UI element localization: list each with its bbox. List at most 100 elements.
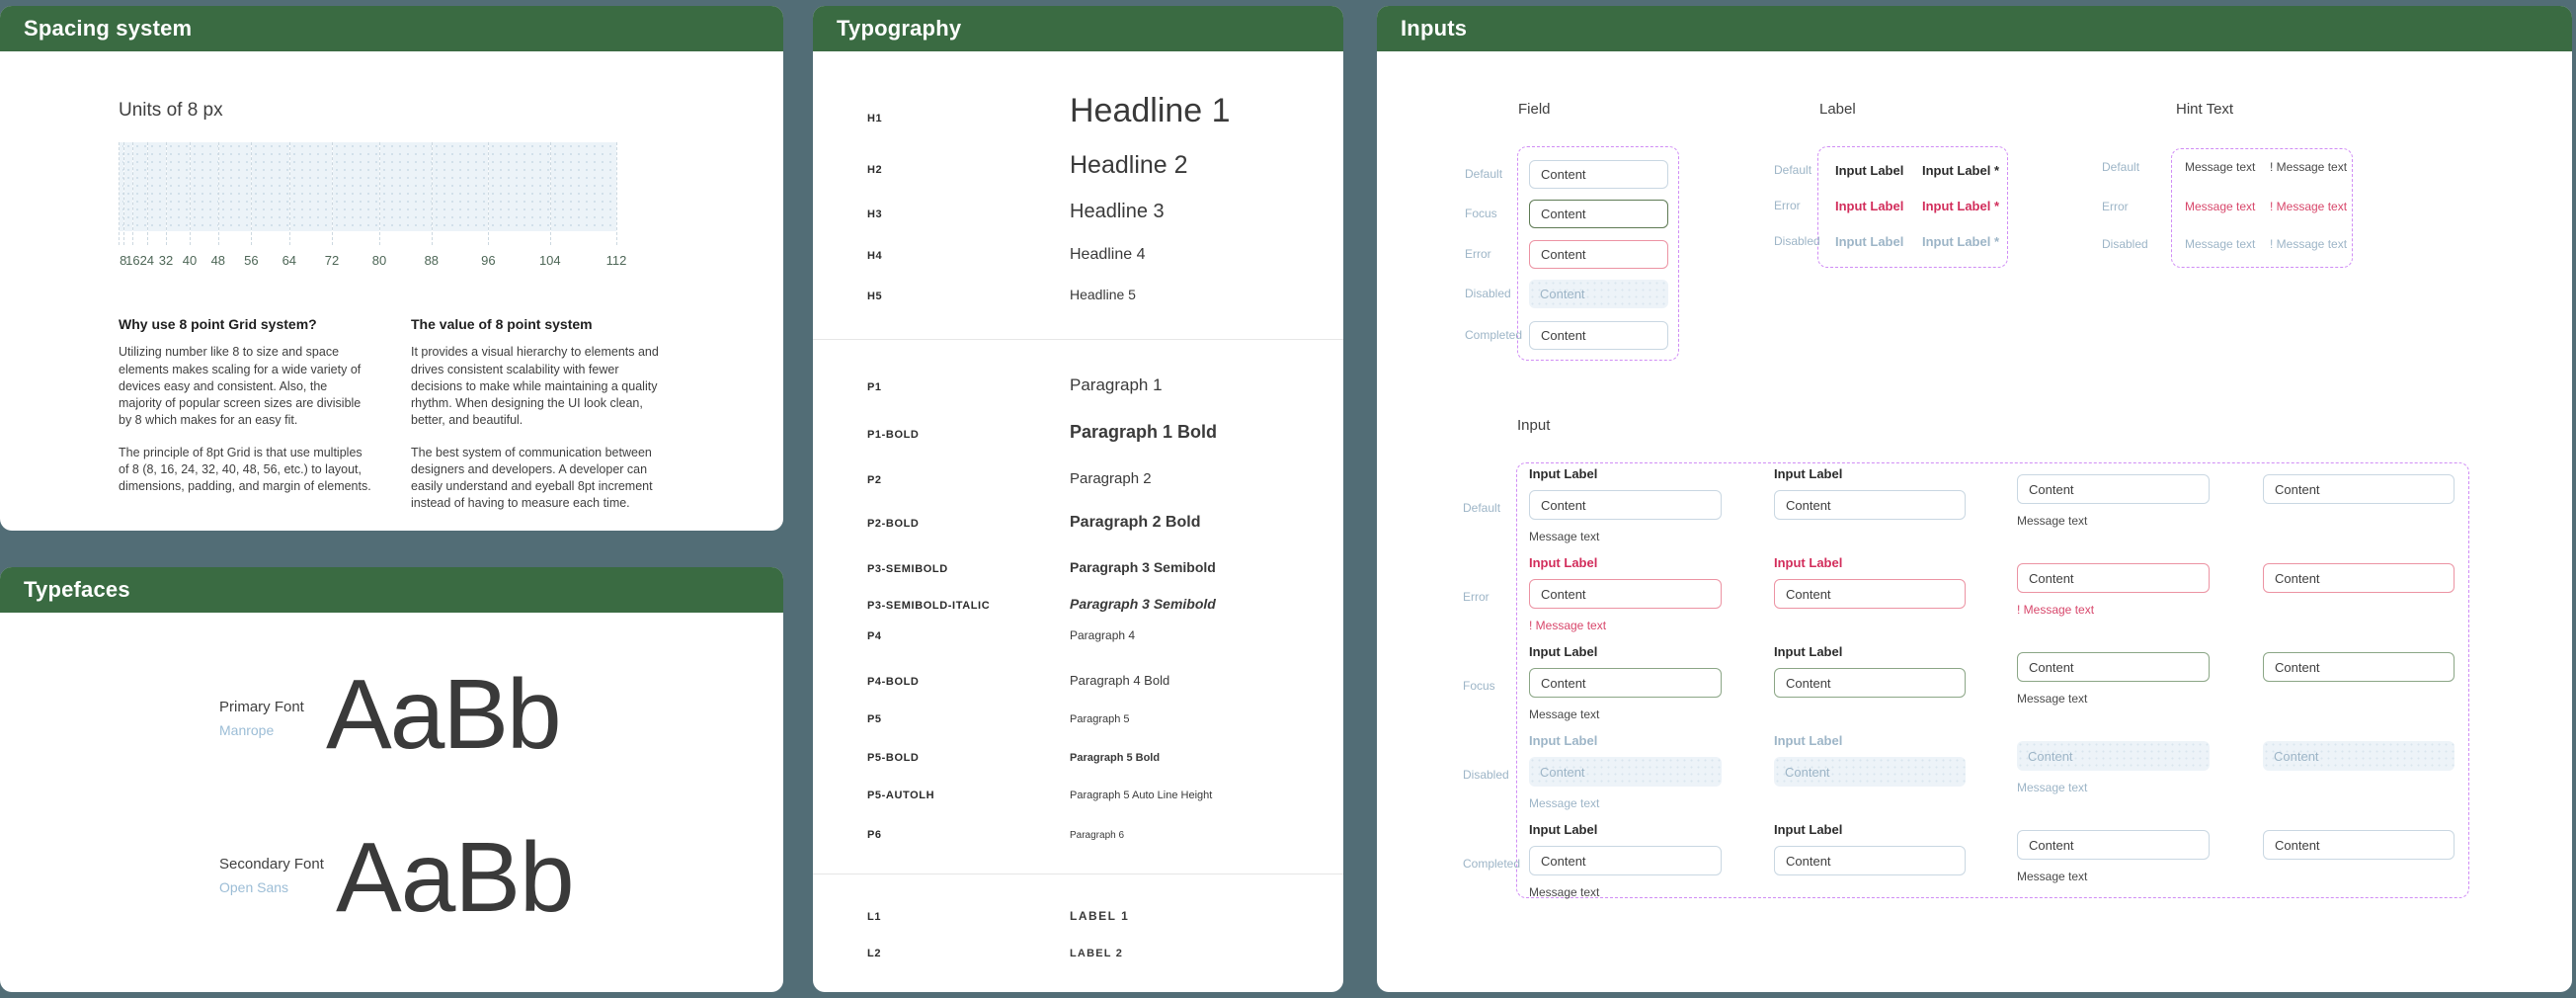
panel-title: Typefaces [24,577,130,603]
input-message: Message text [2017,692,2210,706]
hint-error-message-sample: ! Message text [2270,237,2347,251]
content-input[interactable]: Content [1529,846,1722,875]
state-label-disabled: Disabled [1465,287,1511,300]
input-cell-completed-4: Content [2263,822,2455,860]
chart-column [167,142,191,245]
typography-divider [813,339,1343,340]
panel-header-spacing: Spacing system [0,6,783,51]
design-system-board: Spacing system Units of 8 px 81624324048… [0,0,2576,998]
content-input[interactable]: Content [1529,579,1722,609]
content-input[interactable]: Content [2263,652,2455,682]
primary-font-name-link[interactable]: Manrope [219,722,274,738]
content-input[interactable]: Content [1774,757,1966,787]
input-label: Input Label [1774,733,1966,757]
content-input[interactable]: Content [2017,652,2210,682]
typography-row-h4: H4Headline 4 [867,246,1328,264]
content-input[interactable]: Content [2263,741,2455,771]
content-input[interactable]: Content [1774,579,1966,609]
typography-row-p3-semibold: P3-SEMIBOLDParagraph 3 Semibold [867,559,1328,575]
panel-spacing-system: Spacing system Units of 8 px 81624324048… [0,6,783,531]
state-label-default: Default [2102,160,2139,174]
content-input[interactable]: Content [2017,563,2210,593]
content-input[interactable]: Content [2263,474,2455,504]
field-input-default[interactable]: Content [1529,160,1668,189]
typography-row-key: H2 [867,164,1070,176]
chart-column [333,142,380,245]
chart-column-fill [148,142,166,231]
typography-row-key: P4 [867,630,1070,642]
chart-column-fill [489,142,549,231]
hint-message-sample: Message text [2185,160,2255,174]
chart-column [252,142,289,245]
content-input[interactable]: Content [1774,490,1966,520]
content-input[interactable]: Content [1774,846,1966,875]
content-input[interactable]: Content [2263,563,2455,593]
hint-error-message-sample: ! Message text [2270,200,2347,213]
panel-header-typography: Typography [813,6,1343,51]
state-label-error: Error [2102,200,2129,213]
secondary-font-name-link[interactable]: Open Sans [219,879,288,895]
input-cell-focus-2: Input LabelContent [1774,644,1966,698]
field-input-disabled[interactable]: Content [1529,280,1668,308]
typography-sample: Paragraph 3 Semibold [1070,596,1216,612]
chart-tick-label: 16 [125,253,139,268]
typography-row-l2: L2LABEL 2 [867,948,1328,960]
typography-sample: LABEL 2 [1070,948,1123,960]
typography-row-key: P2-BOLD [867,518,1070,530]
input-label-sample: Input Label [1835,199,1903,213]
typography-sample: Headline 2 [1070,151,1188,180]
value-paragraph-2: The best system of communication between… [411,445,666,513]
state-label-default: Default [1774,163,1811,177]
chart-column [433,142,490,245]
state-label-default: Default [1463,501,1500,515]
chart-column-fill [191,142,218,231]
input-cell-default-2: Input LabelContent [1774,466,1966,520]
typography-row-l1: L1LABEL 1 [867,910,1328,924]
typography-sample: Paragraph 5 Bold [1070,752,1160,765]
input-label: Input Label [1529,644,1722,668]
typography-row-key: P6 [867,829,1070,841]
typography-row-p4: P4Paragraph 4 [867,629,1328,643]
content-input[interactable]: Content [2017,741,2210,771]
hint-error-message-sample: ! Message text [2270,160,2347,174]
content-input[interactable]: Content [1529,757,1722,787]
chart-column-fill [124,142,133,231]
chart-column-fill [551,142,616,231]
typography-row-key: P3-SEMIBOLD [867,563,1070,575]
input-label: Input Label [1774,466,1966,490]
content-input[interactable]: Content [1529,490,1722,520]
panel-header-typefaces: Typefaces [0,567,783,613]
field-input-error[interactable]: Content [1529,240,1668,269]
field-input-focus[interactable]: Content [1529,200,1668,228]
panel-typefaces: Typefaces Primary Font Manrope AaBb Seco… [0,567,783,992]
chart-tick-label: 72 [325,253,339,268]
chart-tick-label: 56 [244,253,258,268]
content-input[interactable]: Content [1774,668,1966,698]
typography-row-p2-bold: P2-BOLDParagraph 2 Bold [867,514,1328,532]
typography-sample: Paragraph 1 Bold [1070,422,1217,443]
chart-column-fill [167,142,190,231]
why-paragraph-1: Utilizing number like 8 to size and spac… [119,344,373,429]
content-input[interactable]: Content [2263,830,2455,860]
input-message: Message text [1529,885,1722,899]
input-label: Input Label [1774,555,1966,579]
chart-column [191,142,219,245]
typography-row-key: H3 [867,208,1070,220]
state-label-disabled: Disabled [1463,768,1509,782]
typography-row-key: P1-BOLD [867,429,1070,441]
typography-row-h2: H2Headline 2 [867,151,1328,180]
input-cell-disabled-1: Input LabelContentMessage text [1529,733,1722,810]
content-input[interactable]: Content [2017,474,2210,504]
input-cell-error-3: Content! Message text [2017,555,2210,617]
field-input-completed[interactable]: Content [1529,321,1668,350]
state-label-default: Default [1465,167,1502,181]
content-input[interactable]: Content [2017,830,2210,860]
input-cell-error-2: Input LabelContent [1774,555,1966,609]
input-label: Input Label [1774,644,1966,668]
input-cell-disabled-2: Input LabelContent [1774,733,1966,787]
typography-row-key: P5-AUTOLH [867,790,1070,801]
content-input[interactable]: Content [1529,668,1722,698]
typography-sample: Paragraph 2 [1070,470,1152,487]
typography-sample: Paragraph 2 Bold [1070,514,1200,532]
typography-sample: Headline 3 [1070,201,1165,223]
